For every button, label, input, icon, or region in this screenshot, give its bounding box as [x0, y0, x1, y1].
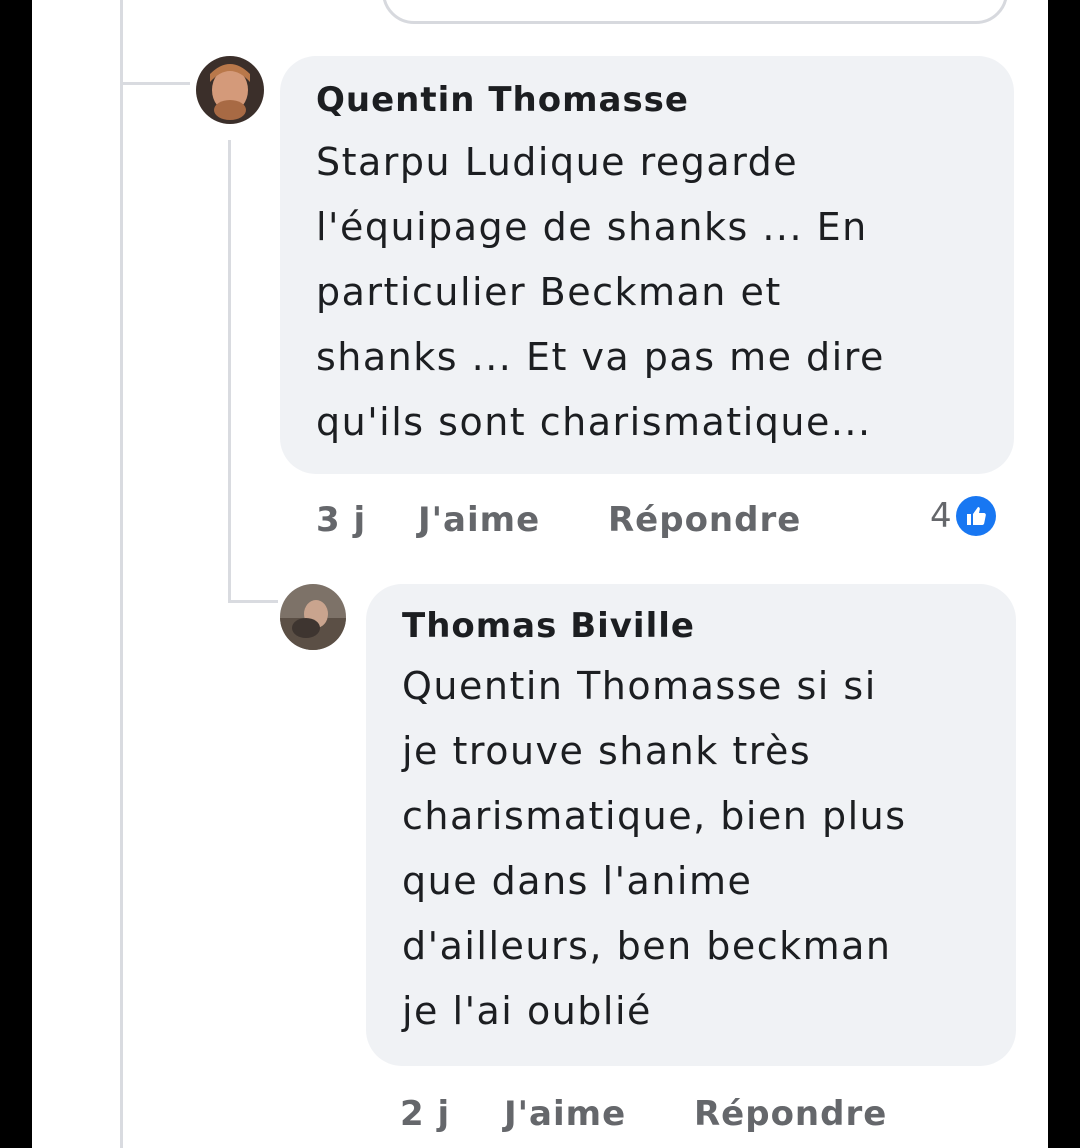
thread-line-outer — [120, 0, 123, 1148]
like-button[interactable]: J'aime — [418, 500, 540, 540]
reaction-summary[interactable]: 4 — [930, 496, 996, 536]
comment-text: Quentin Thomasse si si je trouve shank t… — [402, 664, 907, 1033]
avatar[interactable] — [196, 56, 264, 124]
thread-line-inner — [228, 140, 231, 602]
comment-time[interactable]: 2 j — [400, 1094, 450, 1134]
like-icon — [955, 496, 996, 536]
reply-button[interactable]: Répondre — [694, 1094, 887, 1134]
comment-thread: Quentin Thomasse Starpu Ludique regarde … — [32, 0, 1048, 1148]
thread-connector-1 — [120, 82, 190, 85]
thread-connector-2 — [228, 600, 278, 603]
reply-button[interactable]: Répondre — [608, 500, 801, 540]
comment-bubble: Quentin Thomasse Starpu Ludique regarde … — [280, 56, 1014, 474]
previous-comment-box — [382, 0, 1008, 24]
comment-author[interactable]: Quentin Thomasse — [316, 78, 978, 122]
reaction-count: 4 — [930, 496, 952, 536]
comment-bubble: Thomas Biville Quentin Thomasse si si je… — [366, 584, 1016, 1066]
comment-text: Starpu Ludique regarde l'équipage de sha… — [316, 140, 885, 444]
avatar[interactable] — [280, 584, 346, 650]
like-button[interactable]: J'aime — [504, 1094, 626, 1134]
comment-author[interactable]: Thomas Biville — [402, 604, 980, 648]
comment-time[interactable]: 3 j — [316, 500, 366, 540]
